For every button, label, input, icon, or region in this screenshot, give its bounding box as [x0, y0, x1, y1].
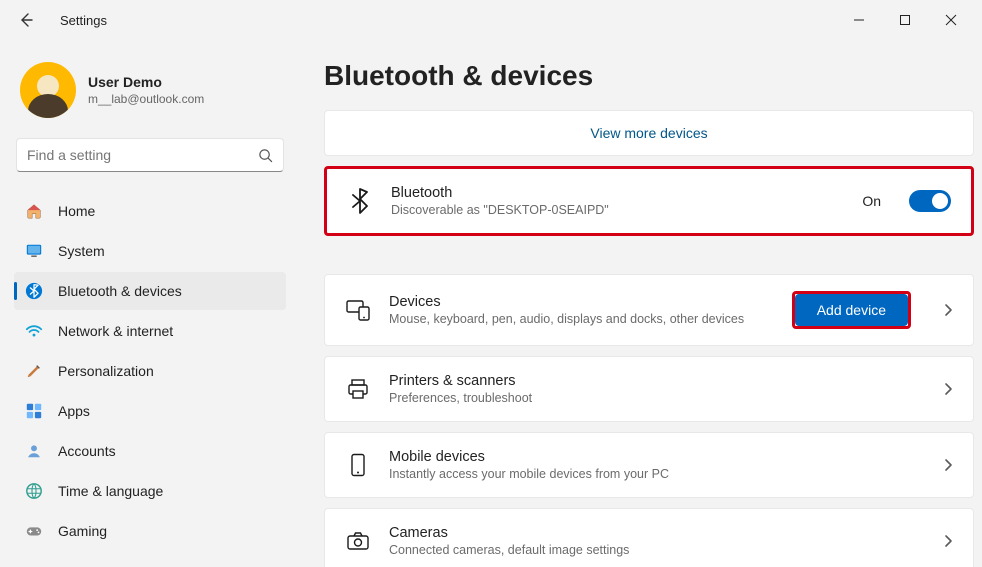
- mobile-subtitle: Instantly access your mobile devices fro…: [389, 467, 925, 481]
- sidebar-item-network[interactable]: Network & internet: [14, 312, 286, 350]
- bluetooth-icon: [347, 188, 373, 214]
- sidebar-item-label: Network & internet: [58, 323, 173, 339]
- printers-subtitle: Preferences, troubleshoot: [389, 391, 925, 405]
- back-button[interactable]: [14, 8, 38, 32]
- sidebar-item-label: Accounts: [58, 443, 116, 459]
- printer-icon: [345, 376, 371, 402]
- maximize-button[interactable]: [882, 4, 928, 36]
- apps-icon: [24, 401, 44, 421]
- cameras-title: Cameras: [389, 525, 925, 541]
- printers-title: Printers & scanners: [389, 373, 925, 389]
- close-icon: [945, 14, 957, 26]
- close-button[interactable]: [928, 4, 974, 36]
- bluetooth-card: Bluetooth Discoverable as "DESKTOP-0SEAI…: [324, 166, 974, 236]
- paintbrush-icon: [24, 361, 44, 381]
- devices-subtitle: Mouse, keyboard, pen, audio, displays an…: [389, 312, 774, 326]
- main-content[interactable]: Bluetooth & devices View more devices Bl…: [300, 40, 982, 567]
- wifi-icon: [24, 321, 44, 341]
- search-box[interactable]: [16, 138, 284, 172]
- camera-icon: [345, 528, 371, 554]
- sidebar-item-gaming[interactable]: Gaming: [14, 512, 286, 550]
- sidebar-item-time-language[interactable]: Time & language: [14, 472, 286, 510]
- bluetooth-toggle[interactable]: [909, 190, 951, 212]
- add-device-button[interactable]: Add device: [795, 294, 908, 326]
- sidebar-item-label: Time & language: [58, 483, 163, 499]
- settings-window: Settings User Demo m__lab@outlook.com: [0, 0, 982, 567]
- devices-row[interactable]: Devices Mouse, keyboard, pen, audio, dis…: [324, 274, 974, 346]
- chevron-right-icon: [943, 303, 953, 317]
- avatar: [20, 62, 76, 118]
- user-profile[interactable]: User Demo m__lab@outlook.com: [14, 48, 286, 138]
- search-icon: [258, 148, 273, 163]
- bluetooth-icon: [24, 281, 44, 301]
- bluetooth-title: Bluetooth: [391, 185, 844, 201]
- page-title: Bluetooth & devices: [324, 60, 974, 92]
- view-more-devices-card[interactable]: View more devices: [324, 110, 974, 156]
- gaming-icon: [24, 521, 44, 541]
- phone-icon: [345, 452, 371, 478]
- chevron-right-icon: [943, 458, 953, 472]
- devices-title: Devices: [389, 294, 774, 310]
- sidebar-item-label: System: [58, 243, 105, 259]
- sidebar-item-home[interactable]: Home: [14, 192, 286, 230]
- cameras-row[interactable]: Cameras Connected cameras, default image…: [324, 508, 974, 567]
- bluetooth-subtitle: Discoverable as "DESKTOP-0SEAIPD": [391, 203, 844, 217]
- sidebar-item-bluetooth-devices[interactable]: Bluetooth & devices: [14, 272, 286, 310]
- app-title: Settings: [60, 13, 107, 28]
- devices-icon: [345, 297, 371, 323]
- sidebar-item-label: Bluetooth & devices: [58, 283, 182, 299]
- user-name: User Demo: [88, 74, 204, 90]
- user-email: m__lab@outlook.com: [88, 92, 204, 106]
- sidebar: User Demo m__lab@outlook.com Home System: [0, 40, 300, 567]
- sidebar-item-label: Home: [58, 203, 95, 219]
- bluetooth-state-label: On: [862, 193, 881, 209]
- arrow-left-icon: [18, 12, 34, 28]
- window-controls: [836, 4, 974, 36]
- home-icon: [24, 201, 44, 221]
- sidebar-item-accounts[interactable]: Accounts: [14, 432, 286, 470]
- view-more-devices-link[interactable]: View more devices: [325, 111, 973, 155]
- printers-row[interactable]: Printers & scanners Preferences, trouble…: [324, 356, 974, 422]
- sidebar-item-system[interactable]: System: [14, 232, 286, 270]
- chevron-right-icon: [943, 534, 953, 548]
- sidebar-item-label: Gaming: [58, 523, 107, 539]
- sidebar-item-apps[interactable]: Apps: [14, 392, 286, 430]
- chevron-right-icon: [943, 382, 953, 396]
- accounts-icon: [24, 441, 44, 461]
- sidebar-item-personalization[interactable]: Personalization: [14, 352, 286, 390]
- minimize-icon: [853, 14, 865, 26]
- minimize-button[interactable]: [836, 4, 882, 36]
- nav-list: Home System Bluetooth & devices Network …: [14, 192, 286, 550]
- search-input[interactable]: [27, 147, 258, 163]
- globe-icon: [24, 481, 44, 501]
- system-icon: [24, 241, 44, 261]
- sidebar-item-label: Apps: [58, 403, 90, 419]
- maximize-icon: [899, 14, 911, 26]
- mobile-title: Mobile devices: [389, 449, 925, 465]
- cameras-subtitle: Connected cameras, default image setting…: [389, 543, 925, 557]
- mobile-devices-row[interactable]: Mobile devices Instantly access your mob…: [324, 432, 974, 498]
- sidebar-item-label: Personalization: [58, 363, 154, 379]
- titlebar: Settings: [0, 0, 982, 40]
